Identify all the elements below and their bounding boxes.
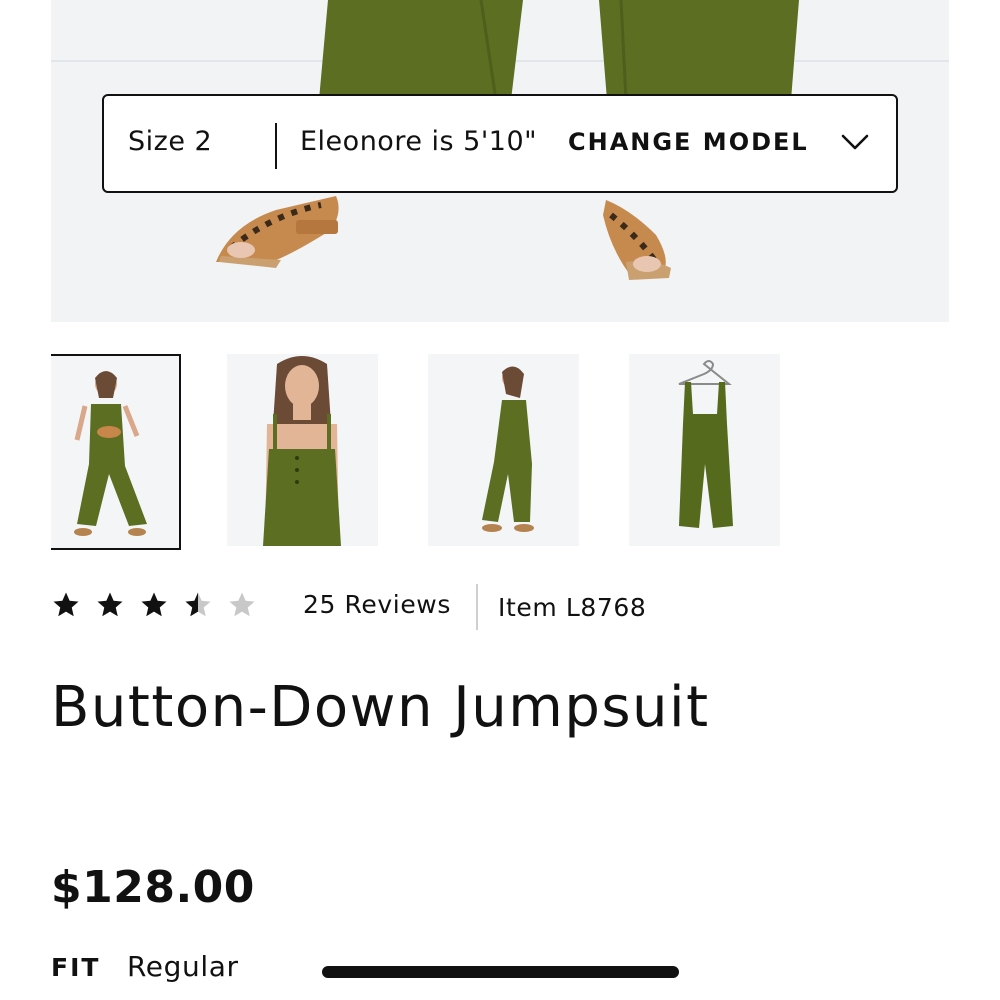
thumbnail-model-side [428, 354, 579, 546]
star-empty-icon [229, 592, 255, 617]
model-selector[interactable]: Size 2 Eleonore is 5'10" CHANGE MODEL [102, 94, 898, 193]
model-selector-divider [275, 123, 277, 169]
star-icon [141, 592, 167, 617]
product-title: Button-Down Jumpsuit [51, 675, 710, 740]
star-icon [53, 592, 79, 617]
model-size-label: Size 2 [128, 126, 213, 157]
rating-divider [476, 584, 478, 630]
thumbnail-1[interactable] [51, 354, 181, 550]
half-star-icon [185, 592, 211, 617]
product-price: $128.00 [51, 862, 255, 913]
thumbnail-3[interactable] [428, 354, 579, 546]
item-number: Item L8768 [498, 593, 647, 622]
fit-value: Regular [127, 950, 239, 983]
fit-label: FIT [51, 953, 101, 982]
model-height-label: Eleonore is 5'10" [300, 126, 538, 157]
home-indicator[interactable] [322, 966, 679, 978]
thumbnail-flat-lay-hanger [629, 354, 780, 546]
reviews-link[interactable]: 25 Reviews [303, 590, 451, 619]
change-model-button[interactable]: CHANGE MODEL [568, 128, 809, 156]
star-icon [97, 592, 123, 617]
thumbnail-2[interactable] [227, 354, 378, 546]
thumbnail-model-front-bag [51, 356, 179, 548]
thumbnail-model-closeup [227, 354, 378, 546]
chevron-down-icon[interactable] [840, 132, 870, 152]
thumbnail-4[interactable] [629, 354, 780, 546]
rating-stars[interactable] [51, 590, 257, 620]
